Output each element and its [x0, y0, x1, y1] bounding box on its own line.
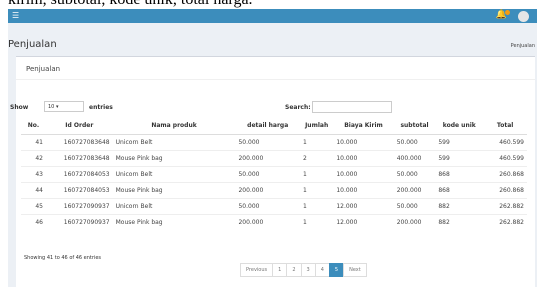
pagination: Previous 1 2 3 4 5 Next	[240, 263, 367, 277]
length-value: 10	[48, 104, 55, 110]
cell-kode-unik: 868	[435, 165, 484, 182]
cell-no: 45	[21, 197, 46, 214]
cell-total: 262.882	[483, 213, 527, 230]
cell-nama-produk: Mouse Pink bag	[112, 181, 236, 198]
table-row: 45 160727090937 Unicorn Belt 50.000 1 12…	[21, 197, 527, 214]
column-header[interactable]: subtotal	[393, 118, 436, 135]
search-label: Search:	[285, 104, 311, 111]
table-row: 41 160727083648 Unicorn Belt 50.000 1 10…	[21, 133, 527, 150]
previous-page-button[interactable]: Previous	[240, 263, 274, 277]
table-row: 44 160727084053 Mouse Pink bag 200.000 1…	[21, 181, 527, 198]
cell-kode-unik: 882	[435, 213, 484, 230]
cell-detail-harga: 200.000	[235, 213, 300, 230]
column-header[interactable]: Id Order	[45, 118, 113, 135]
cell-jumlah: 1	[300, 197, 334, 214]
cell-nama-produk: Unicorn Belt	[112, 197, 236, 214]
table-row: 43 160727084053 Unicorn Belt 50.000 1 10…	[21, 165, 527, 182]
cell-no: 42	[21, 149, 46, 166]
entries-length-select[interactable]: 10 ▾	[44, 101, 84, 112]
cell-kode-unik: 882	[435, 197, 484, 214]
cell-subtotal: 50.000	[393, 165, 436, 182]
page-5-button[interactable]: 5	[328, 263, 345, 277]
page-1-button[interactable]: 1	[272, 263, 288, 277]
cell-jumlah: 1	[300, 213, 334, 230]
cell-subtotal: 50.000	[393, 197, 436, 214]
cell-total: 262.882	[483, 197, 527, 214]
cell-id-order: 160727084053	[45, 181, 113, 198]
sales-table: No. Id Order Nama produk detail harga Ju…	[21, 118, 527, 230]
next-page-button[interactable]: Next	[343, 263, 367, 277]
column-header[interactable]: Biaya Kirim	[333, 118, 394, 135]
cell-detail-harga: 50.000	[235, 165, 300, 182]
cell-detail-harga: 50.000	[235, 133, 300, 150]
column-header[interactable]: Jumlah	[300, 118, 334, 135]
cell-subtotal: 400.000	[393, 149, 436, 166]
table-info: Showing 41 to 46 of 46 entries	[24, 255, 102, 261]
cell-id-order: 160727084053	[45, 165, 113, 182]
cell-jumlah: 1	[300, 133, 334, 150]
entries-label: entries	[89, 104, 113, 111]
cell-id-order: 160727090937	[45, 197, 113, 214]
show-label: Show	[10, 104, 29, 111]
cell-subtotal: 50.000	[393, 133, 436, 150]
cell-biaya-kirim: 12.000	[333, 197, 394, 214]
cell-biaya-kirim: 10.000	[333, 133, 394, 150]
cell-total: 260.868	[483, 165, 527, 182]
cell-nama-produk: Mouse Pink bag	[112, 149, 236, 166]
page-3-button[interactable]: 3	[300, 263, 316, 277]
page-4-button[interactable]: 4	[314, 263, 330, 277]
user-avatar-icon[interactable]	[518, 11, 529, 22]
cell-kode-unik: 868	[435, 181, 484, 198]
cell-biaya-kirim: 10.000	[333, 181, 394, 198]
breadcrumb[interactable]: Penjualan	[511, 43, 535, 49]
column-header[interactable]: Nama produk	[112, 118, 236, 135]
notification-badge	[505, 10, 510, 15]
cell-kode-unik: 599	[435, 149, 484, 166]
cell-id-order: 160727090937	[45, 213, 113, 230]
cell-biaya-kirim: 10.000	[333, 149, 394, 166]
cell-kode-unik: 599	[435, 133, 484, 150]
cell-biaya-kirim: 12.000	[333, 213, 394, 230]
cell-nama-produk: Mouse Pink bag	[112, 213, 236, 230]
cell-no: 44	[21, 181, 46, 198]
cell-subtotal: 200.000	[393, 181, 436, 198]
box-title: Penjualan	[26, 65, 61, 73]
cell-jumlah: 1	[300, 181, 334, 198]
page-2-button[interactable]: 2	[286, 263, 302, 277]
cell-detail-harga: 200.000	[235, 181, 300, 198]
search-input[interactable]	[312, 101, 392, 113]
box-divider	[16, 79, 535, 80]
cell-id-order: 160727083648	[45, 149, 113, 166]
table-header-row: No. Id Order Nama produk detail harga Ju…	[21, 118, 527, 135]
column-header[interactable]: kode unik	[435, 118, 484, 135]
cell-total: 460.599	[483, 149, 527, 166]
table-row: 46 160727090937 Mouse Pink bag 200.000 1…	[21, 213, 527, 230]
cell-no: 43	[21, 165, 46, 182]
cell-jumlah: 1	[300, 165, 334, 182]
cell-biaya-kirim: 10.000	[333, 165, 394, 182]
page-caption: kirim, subtotal, kode unik, total harga.	[8, 0, 253, 9]
chevron-down-icon: ▾	[55, 104, 59, 110]
cell-jumlah: 2	[300, 149, 334, 166]
column-header[interactable]: detail harga	[235, 118, 300, 135]
cell-detail-harga: 200.000	[235, 149, 300, 166]
cell-no: 41	[21, 133, 46, 150]
cell-nama-produk: Unicorn Belt	[112, 133, 236, 150]
column-header[interactable]: No.	[21, 118, 46, 135]
column-header[interactable]: Total	[483, 118, 527, 135]
cell-detail-harga: 50.000	[235, 197, 300, 214]
table-row: 42 160727083648 Mouse Pink bag 200.000 2…	[21, 149, 527, 166]
cell-nama-produk: Unicorn Belt	[112, 165, 236, 182]
cell-subtotal: 200.000	[393, 213, 436, 230]
hamburger-icon[interactable]: ☰	[12, 12, 19, 20]
cell-total: 260.868	[483, 181, 527, 198]
cell-total: 460.599	[483, 133, 527, 150]
page-title: Penjualan	[8, 39, 57, 50]
top-navbar: ☰ 🔔	[8, 9, 537, 23]
cell-no: 46	[21, 213, 46, 230]
cell-id-order: 160727083648	[45, 133, 113, 150]
